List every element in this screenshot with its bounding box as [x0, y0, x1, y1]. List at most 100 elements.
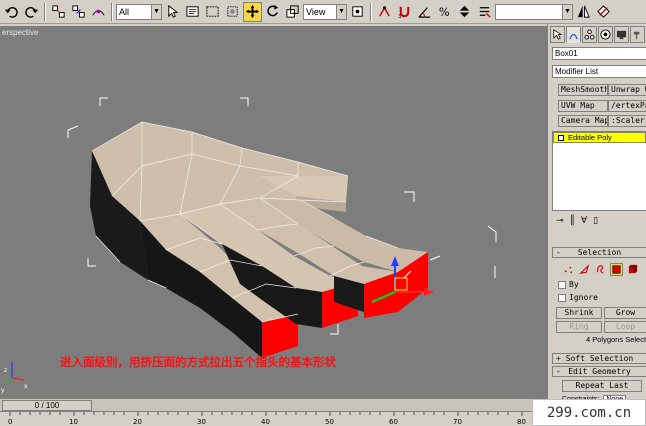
vertex-paint-button[interactable]: /ertexPai: [608, 100, 646, 112]
align-button[interactable]: [594, 2, 613, 22]
reference-coordinate-value: View: [306, 6, 326, 17]
reference-coordinate-select[interactable]: View ▼: [303, 3, 347, 20]
stack-item-editable-poly[interactable]: Editable Poly: [553, 132, 646, 143]
named-selection-icon: [479, 7, 491, 18]
soft-selection-title: Soft Selection: [565, 354, 634, 363]
soft-selection-rollout-header[interactable]: + Soft Selection: [552, 353, 646, 364]
svg-text:3: 3: [398, 14, 402, 19]
selection-filter-value: All: [119, 6, 130, 17]
element-level-button[interactable]: [626, 263, 639, 276]
select-by-name-button[interactable]: [183, 2, 202, 22]
vertex-level-button[interactable]: [562, 263, 575, 276]
main-toolbar: All ▼ View ▼ 3 % ▼: [0, 0, 646, 24]
ignore-backfacing-checkbox-row[interactable]: Ignore: [558, 293, 598, 302]
pivot-center-button[interactable]: [348, 2, 367, 22]
edit-geometry-rollout-header[interactable]: - Edit Geometry: [552, 366, 646, 377]
edit-named-selection-button[interactable]: [475, 2, 494, 22]
selection-filter-select[interactable]: All ▼: [116, 3, 162, 20]
time-slider[interactable]: 0 / 100: [2, 400, 92, 411]
arrow-cursor-icon: [168, 4, 179, 18]
link-button[interactable]: [49, 2, 68, 22]
select-object-button[interactable]: [163, 2, 182, 22]
window-crossing-button[interactable]: [223, 2, 242, 22]
selection-status: 4 Polygons Selecte: [586, 335, 646, 344]
separator: [111, 2, 113, 21]
spinner-snap-icon: [459, 5, 470, 18]
angle-snap-button[interactable]: [415, 2, 434, 22]
show-end-result-icon[interactable]: ║: [570, 216, 575, 226]
named-selection-select[interactable]: ▼: [495, 3, 573, 20]
ruler-tick-label: 80: [517, 418, 526, 426]
meshsmooth-button[interactable]: MeshSmooth: [558, 84, 608, 96]
select-move-button[interactable]: [243, 1, 262, 22]
pin-stack-icon[interactable]: ⊸: [556, 216, 564, 226]
unlink-button[interactable]: [69, 2, 88, 22]
ruler-tick-label: 10: [69, 418, 78, 426]
tab-create[interactable]: [550, 26, 565, 43]
snap-toggle-button[interactable]: 3: [395, 2, 414, 22]
ring-button[interactable]: Ring: [556, 321, 602, 333]
by-vertex-checkbox-row[interactable]: By: [558, 280, 579, 289]
object-name-field[interactable]: Box01: [552, 47, 646, 60]
modifier-list-dropdown[interactable]: Modifier List: [552, 65, 646, 78]
redo-button[interactable]: [22, 2, 41, 22]
ruler-ticks: 0 10 20 30 40 50 60 70 80: [8, 412, 526, 426]
polygon-level-button[interactable]: [610, 263, 623, 276]
mirror-button[interactable]: [574, 2, 593, 22]
percent-snap-icon: %: [439, 6, 450, 19]
hand-mesh-scene: z y x: [1, 97, 497, 394]
grow-button[interactable]: Grow: [604, 307, 646, 319]
vertex-dots-icon: [564, 266, 573, 274]
command-panel-tabs: [550, 26, 645, 43]
tab-hierarchy[interactable]: [582, 26, 597, 43]
border-level-button[interactable]: [594, 263, 607, 276]
modifier-stack: Editable Poly: [552, 131, 646, 211]
select-manipulate-button[interactable]: [375, 2, 394, 22]
svg-text:x: x: [24, 383, 28, 390]
stack-tools: ⊸ ║ ∀ ▯: [552, 214, 646, 228]
site-watermark: 299.com.cn: [532, 399, 646, 426]
camera-map-button[interactable]: Camera Map: [558, 115, 608, 127]
create-arrow-icon: [553, 29, 563, 40]
uvw-scaler-button[interactable]: :Scaler (: [608, 115, 646, 127]
select-scale-button[interactable]: [283, 2, 302, 22]
track-ruler[interactable]: 0 10 20 30 40 50 60 70 80: [0, 411, 547, 426]
snap-magnet-icon: 3: [398, 6, 410, 19]
repeat-last-button[interactable]: Repeat Last: [562, 380, 642, 392]
uvw-map-button[interactable]: UVW Map: [558, 100, 608, 112]
ignore-backfacing-checkbox[interactable]: [558, 293, 566, 302]
make-unique-icon[interactable]: ∀: [581, 216, 587, 226]
separator: [370, 2, 372, 21]
unwrap-uvw-button[interactable]: Unwrap UV: [608, 84, 646, 96]
select-rotate-button[interactable]: [263, 2, 282, 22]
tab-modify[interactable]: [566, 26, 581, 43]
pivot-center-icon: [352, 6, 363, 17]
region-select-button[interactable]: [203, 2, 222, 22]
undo-button[interactable]: [2, 2, 21, 22]
selection-rollout-header[interactable]: - Selection: [552, 247, 646, 258]
tab-utilities[interactable]: [630, 26, 645, 43]
spacewarp-icon: [92, 9, 105, 16]
perspective-viewport[interactable]: erspective z y x 进入面级别，用挤压面的方式拉出五个指头的基本形…: [0, 26, 547, 398]
ruler-tick-label: 70: [453, 418, 462, 426]
time-bar: 0 / 100: [0, 398, 547, 411]
edge-level-button[interactable]: [578, 263, 591, 276]
modify-icon: [569, 33, 578, 40]
by-vertex-label: By: [569, 280, 579, 289]
svg-text:z: z: [4, 367, 7, 374]
tab-display[interactable]: [614, 26, 629, 43]
edge-icon: [579, 264, 590, 274]
bind-spacewarp-button[interactable]: [89, 2, 108, 22]
tab-motion[interactable]: [598, 26, 613, 43]
edit-geometry-title: Edit Geometry: [568, 367, 631, 376]
loop-button[interactable]: Loop: [604, 321, 646, 333]
shrink-button[interactable]: Shrink: [556, 307, 602, 319]
remove-modifier-icon[interactable]: ▯: [593, 216, 598, 226]
ruler-tick-label: 0: [8, 418, 12, 426]
time-slider-value: 0 / 100: [34, 401, 60, 410]
selection-rollout-title: Selection: [577, 248, 622, 257]
by-vertex-checkbox[interactable]: [558, 280, 566, 289]
spinner-snap-button[interactable]: [455, 2, 474, 22]
percent-snap-button[interactable]: %: [435, 2, 454, 22]
display-icon: [616, 30, 627, 40]
